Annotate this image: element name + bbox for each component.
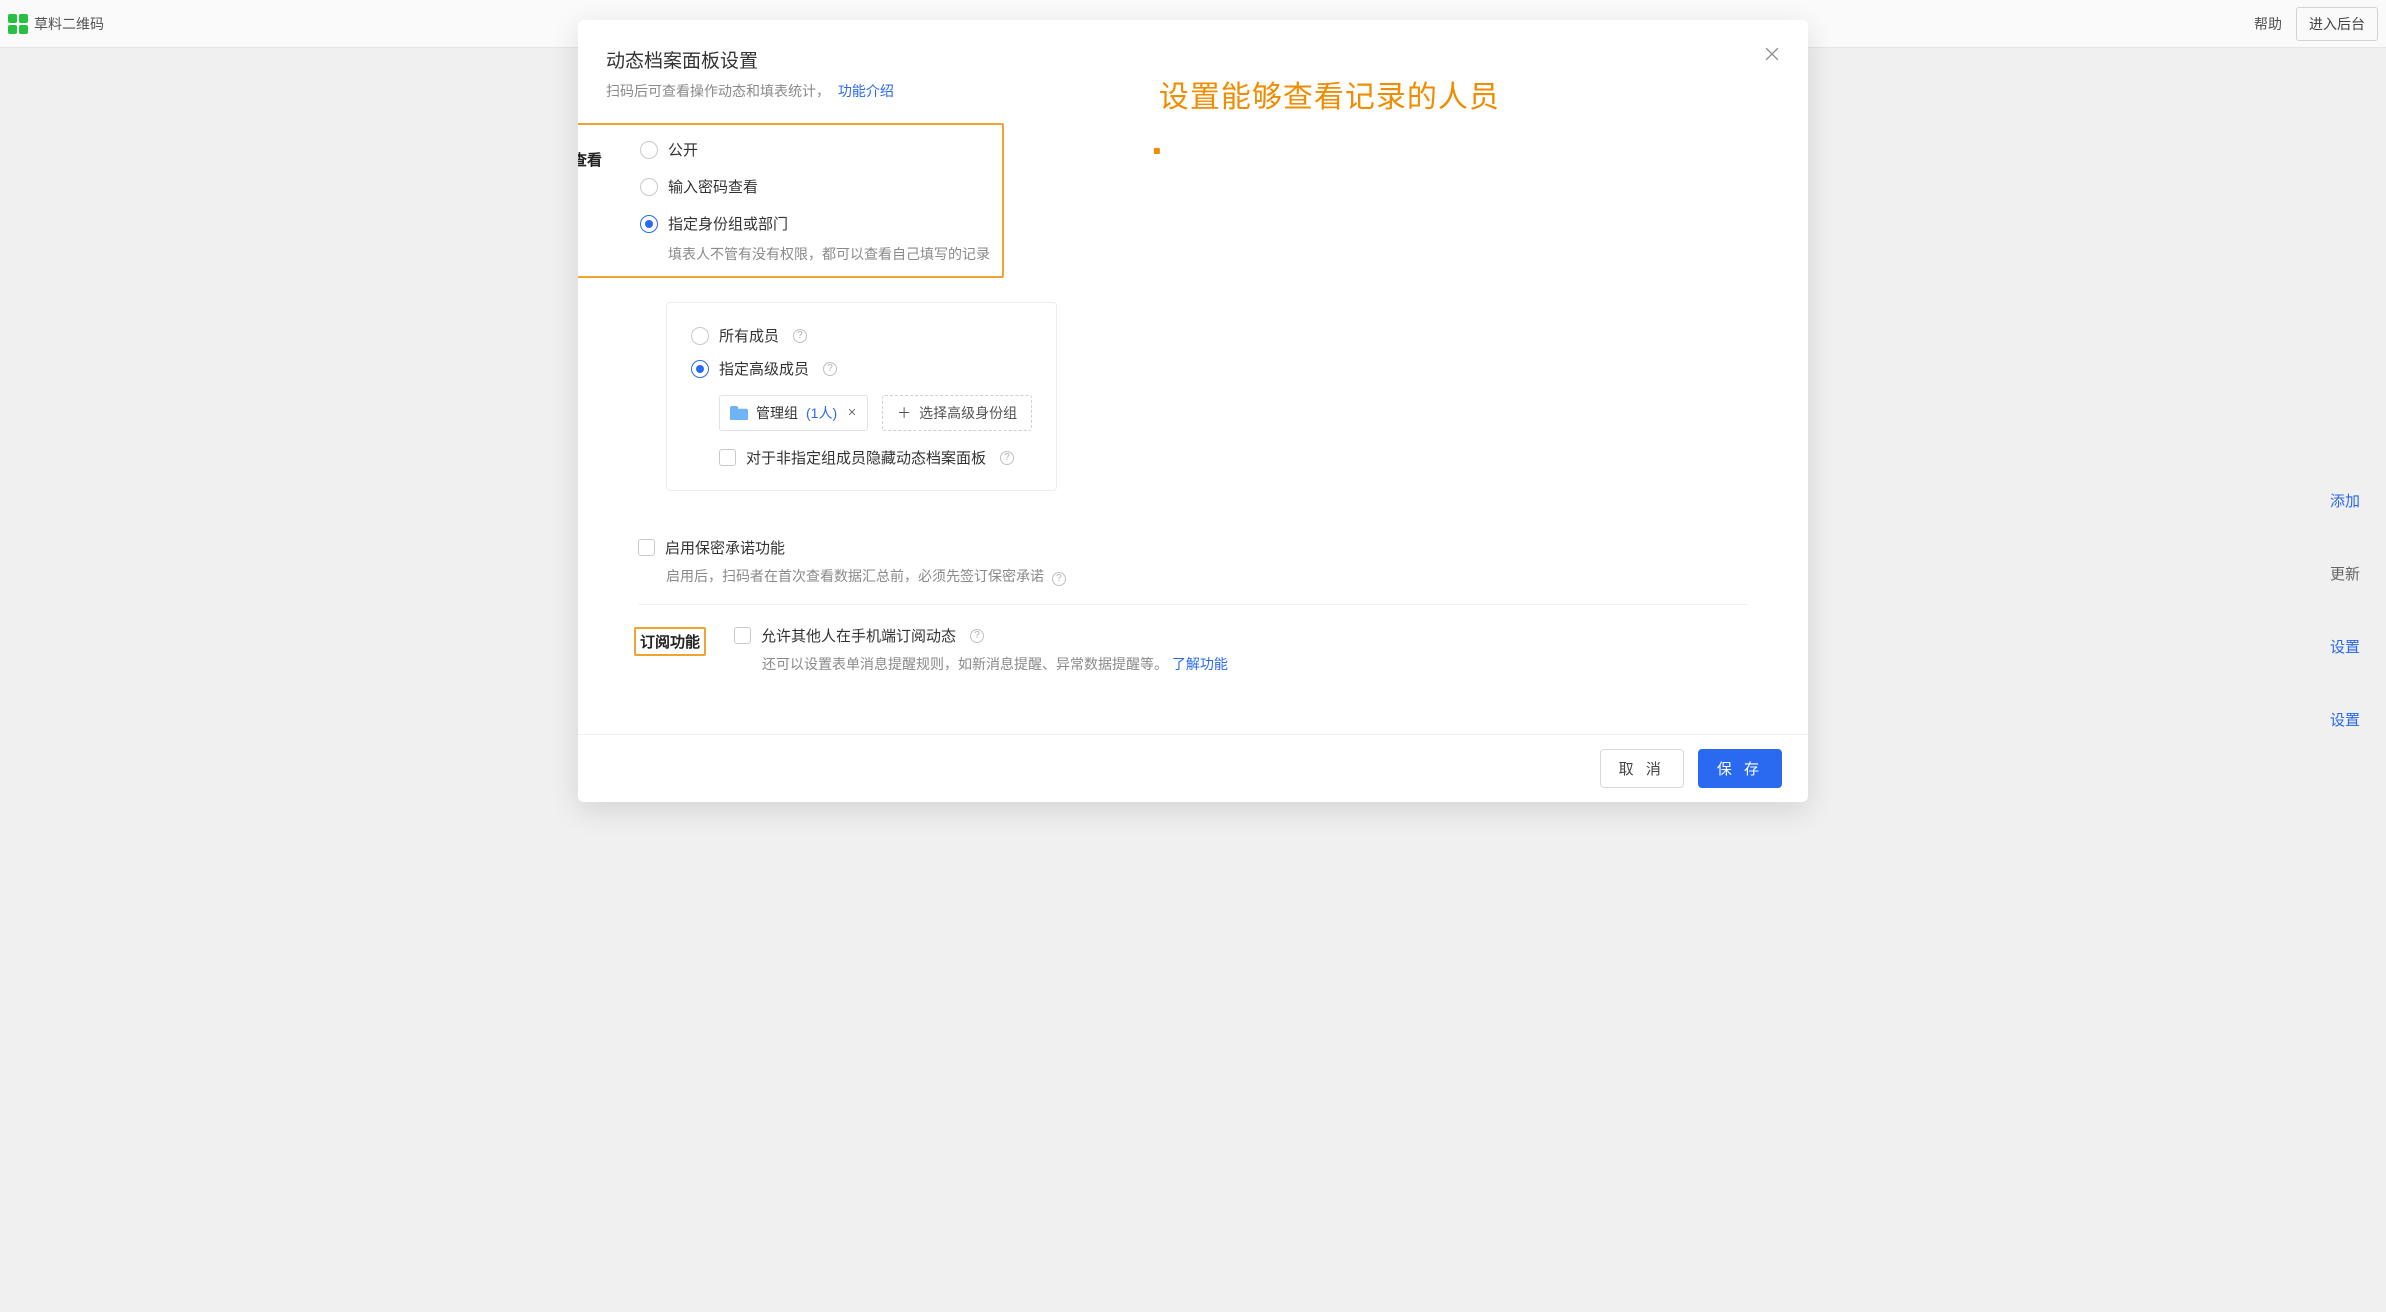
radio-public[interactable]: 公开	[640, 131, 990, 168]
modal-overlay: 动态档案面板设置 扫码后可查看操作动态和填表统计， 功能介绍 设置能够查看记录的…	[0, 0, 2386, 1312]
subscribe-section-label: 订阅功能	[638, 625, 734, 656]
settings-modal: 动态档案面板设置 扫码后可查看操作动态和填表统计， 功能介绍 设置能够查看记录的…	[578, 20, 1808, 802]
secrecy-label: 启用保密承诺功能	[665, 537, 785, 558]
radio-group[interactable]: 指定身份组或部门	[640, 205, 990, 242]
folder-icon	[730, 406, 748, 420]
radio-password[interactable]: 输入密码查看	[640, 168, 990, 205]
secrecy-note: 启用后，扫码者在首次查看数据汇总前，必须先签订保密承诺 ?	[666, 566, 1066, 586]
checkbox-icon	[719, 449, 736, 466]
radio-icon	[640, 215, 658, 233]
radio-group-note: 填表人不管有没有权限，都可以查看自己填写的记录	[668, 244, 990, 264]
help-icon[interactable]: ?	[1000, 451, 1014, 465]
hide-panel-checkbox-row[interactable]: 对于非指定组成员隐藏动态档案面板 ?	[691, 431, 1032, 468]
group-tag-name: 管理组	[756, 403, 798, 423]
modal-subtitle: 扫码后可查看操作动态和填表统计， 功能介绍	[606, 81, 1768, 101]
hide-panel-label: 对于非指定组成员隐藏动态档案面板	[746, 447, 986, 468]
secrecy-checkbox-row[interactable]: 启用保密承诺功能	[638, 521, 785, 558]
who-label: 谁能查看	[578, 147, 638, 170]
secrecy-note-text: 启用后，扫码者在首次查看数据汇总前，必须先签订保密承诺	[666, 568, 1044, 584]
modal-subtitle-text: 扫码后可查看操作动态和填表统计，	[606, 83, 830, 99]
highlight-who-box: 谁能查看 公开 输入密码查看 指定身份组或部门 填表人不管有没有权限，都可以查看…	[578, 123, 1004, 278]
modal-footer: 取 消 保 存	[578, 734, 1808, 802]
plus-icon: ＋	[897, 403, 911, 423]
subscribe-learn-link[interactable]: 了解功能	[1172, 656, 1228, 672]
save-button[interactable]: 保 存	[1698, 749, 1782, 788]
checkbox-icon	[638, 539, 655, 556]
remove-tag-icon[interactable]	[847, 406, 857, 420]
add-group-label: 选择高级身份组	[919, 403, 1017, 423]
highlight-subscribe-label: 订阅功能	[634, 627, 706, 656]
radio-icon	[691, 327, 709, 345]
subscribe-note-text: 还可以设置表单消息提醒规则，如新消息提醒、异常数据提醒等。	[762, 656, 1168, 672]
feature-intro-link[interactable]: 功能介绍	[838, 83, 894, 99]
radio-public-label: 公开	[668, 139, 698, 160]
radio-all-members-label: 所有成员	[719, 325, 779, 346]
group-tag[interactable]: 管理组 (1人)	[719, 395, 868, 431]
section-who-can-view: 谁能查看 公开 输入密码查看 指定身份组或部门 填表人不管有没有权限，都可以查看…	[638, 119, 1748, 604]
subscribe-checkbox-label: 允许其他人在手机端订阅动态	[761, 625, 956, 646]
close-icon[interactable]	[1762, 44, 1782, 64]
modal-header: 动态档案面板设置 扫码后可查看操作动态和填表统计， 功能介绍 设置能够查看记录的…	[578, 20, 1808, 115]
section-subscribe: 订阅功能 允许其他人在手机端订阅动态 ? 还可以设置表单消息提醒规则，如新消息提…	[638, 604, 1748, 692]
group-tag-row: 管理组 (1人) ＋ 选择高级身份组	[719, 395, 1032, 431]
radio-assigned-members[interactable]: 指定高级成员 ?	[691, 352, 1032, 385]
subscribe-note: 还可以设置表单消息提醒规则，如新消息提醒、异常数据提醒等。 了解功能	[762, 654, 1748, 674]
help-icon[interactable]: ?	[970, 629, 984, 643]
radio-icon	[640, 141, 658, 159]
radio-all-members[interactable]: 所有成员 ?	[691, 319, 1032, 352]
radio-icon	[691, 360, 709, 378]
radio-group-label: 指定身份组或部门	[668, 213, 788, 234]
group-tag-count: (1人)	[806, 403, 837, 423]
checkbox-icon	[734, 627, 751, 644]
modal-title: 动态档案面板设置	[606, 46, 1768, 73]
radio-assigned-label: 指定高级成员	[719, 358, 809, 379]
modal-body: 谁能查看 公开 输入密码查看 指定身份组或部门 填表人不管有没有权限，都可以查看…	[578, 115, 1808, 734]
radio-password-label: 输入密码查看	[668, 176, 758, 197]
help-icon[interactable]: ?	[793, 329, 807, 343]
subscribe-checkbox-row[interactable]: 允许其他人在手机端订阅动态 ?	[734, 625, 1748, 646]
group-nested-panel: 所有成员 ? 指定高级成员 ? 管理组	[666, 302, 1057, 491]
cancel-button[interactable]: 取 消	[1600, 749, 1684, 788]
help-icon[interactable]: ?	[823, 362, 837, 376]
help-icon[interactable]: ?	[1052, 572, 1066, 586]
radio-icon	[640, 178, 658, 196]
add-group-button[interactable]: ＋ 选择高级身份组	[882, 395, 1032, 431]
